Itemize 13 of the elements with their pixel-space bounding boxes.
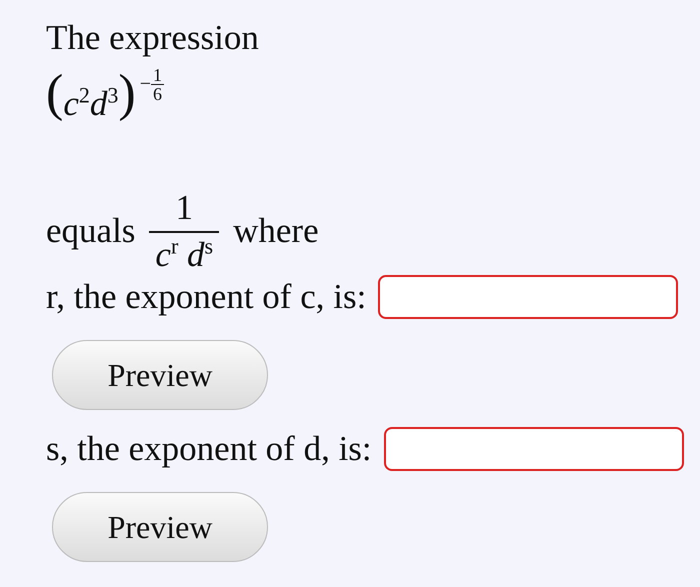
answer-field[interactable] xyxy=(384,427,684,471)
parenthesis: ) xyxy=(118,68,136,120)
math-terms: c$^{2}$d$^{3}$ xyxy=(63,81,118,124)
question-label: s, the exponent of d, is: xyxy=(46,429,372,469)
intro-text: The expression xyxy=(46,18,260,58)
parenthesis: ( xyxy=(46,68,64,120)
preview-button[interactable]: Preview xyxy=(52,340,268,410)
preview-button[interactable]: Preview xyxy=(52,492,268,562)
answer-field[interactable] xyxy=(378,275,678,319)
question-label: r, the exponent of c, is: xyxy=(46,277,366,317)
equals-text: equals xyxy=(46,211,136,251)
fraction: 1 c$^{r}$ d$^{s}$ xyxy=(149,190,220,272)
where-text: where xyxy=(233,211,319,251)
